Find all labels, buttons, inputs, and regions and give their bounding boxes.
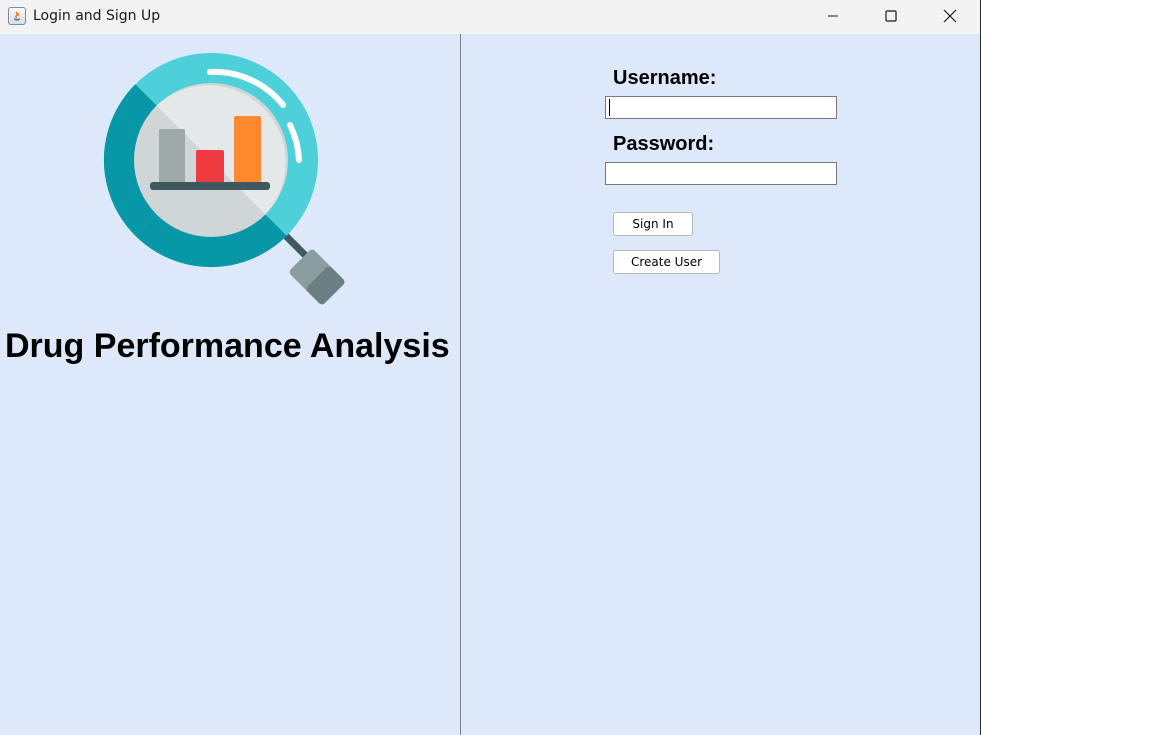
app-title: Drug Performance Analysis bbox=[5, 327, 450, 365]
close-icon bbox=[943, 9, 957, 23]
username-input[interactable] bbox=[605, 96, 837, 119]
maximize-button[interactable] bbox=[862, 0, 920, 32]
text-cursor bbox=[609, 99, 610, 116]
minimize-button[interactable] bbox=[804, 0, 862, 32]
password-input[interactable] bbox=[605, 162, 837, 185]
panel-divider bbox=[460, 34, 461, 735]
login-window: Login and Sign Up Drug Performance Analy… bbox=[0, 0, 981, 735]
create-user-button[interactable]: Create User bbox=[613, 250, 720, 274]
title-bar: Login and Sign Up bbox=[0, 0, 980, 34]
username-label: Username: bbox=[613, 67, 717, 89]
sign-in-button[interactable]: Sign In bbox=[613, 212, 693, 236]
window-title: Login and Sign Up bbox=[33, 8, 161, 24]
close-button[interactable] bbox=[921, 0, 979, 32]
java-app-icon bbox=[8, 7, 26, 25]
maximize-icon bbox=[885, 10, 897, 22]
branding-panel: Drug Performance Analysis bbox=[0, 34, 460, 735]
magnifier-bar-chart-icon bbox=[103, 53, 345, 305]
password-label: Password: bbox=[613, 133, 715, 155]
minimize-icon bbox=[828, 15, 838, 17]
